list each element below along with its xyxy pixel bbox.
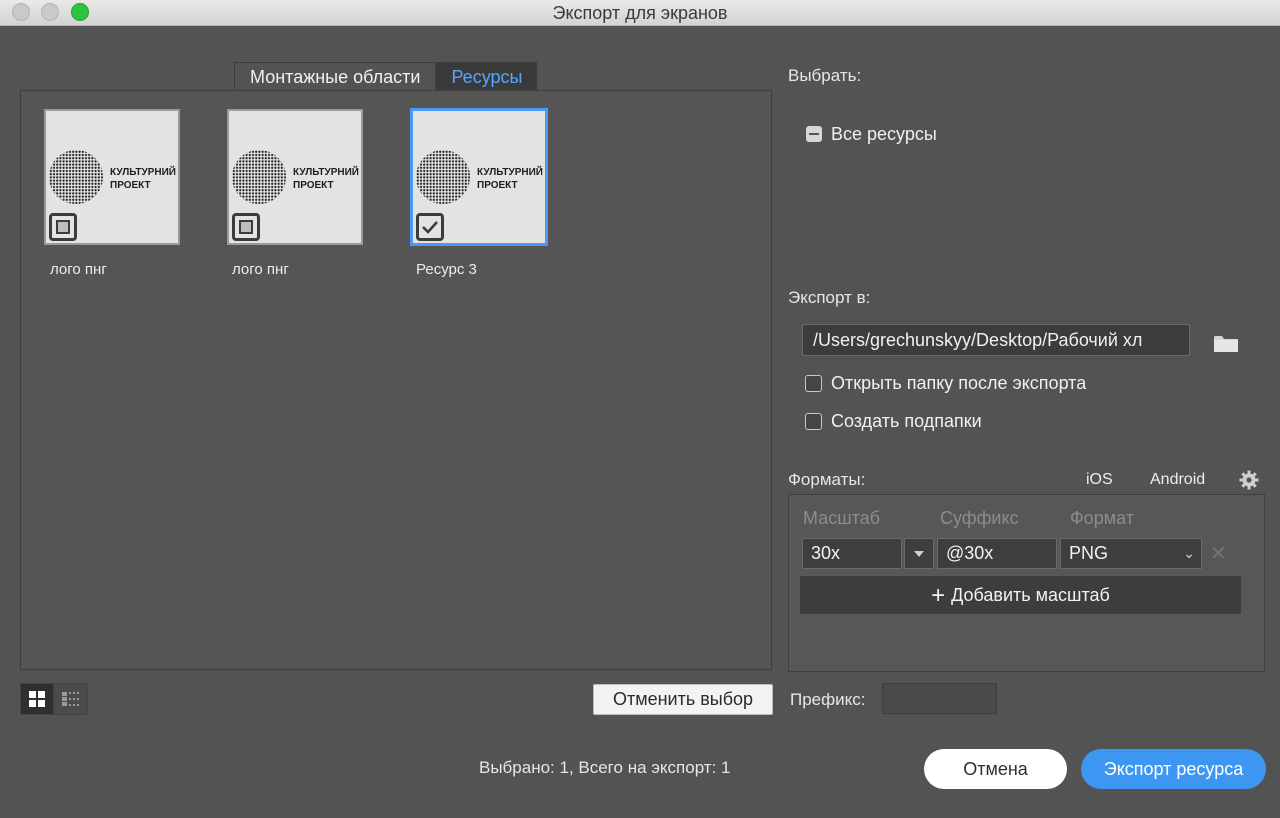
asset-name: лого пнг: [232, 261, 289, 278]
grid-view-button[interactable]: [20, 683, 54, 715]
culture-project-logo: КУЛЬТУРНИЙ ПРОЕКТ: [416, 150, 543, 204]
all-assets-checkbox[interactable]: [806, 126, 822, 142]
window-title: Экспорт для экранов: [552, 3, 728, 23]
all-assets-label: Все ресурсы: [831, 124, 937, 144]
svg-text:КУЛЬТУРНИЙ: КУЛЬТУРНИЙ: [477, 165, 543, 178]
create-subfolders-label: Создать подпапки: [831, 411, 982, 431]
title-bar: Экспорт для экранов: [0, 0, 1280, 26]
asset-name: Ресурс 3: [416, 261, 477, 278]
scale-input[interactable]: 30x: [802, 538, 902, 569]
selection-status: Выбрано: 1, Всего на экспорт: 1: [479, 758, 731, 777]
select-heading: Выбрать:: [788, 66, 862, 85]
open-folder-checkbox[interactable]: [805, 375, 822, 392]
export-path-field[interactable]: /Users/grechunskyy/Desktop/Рабочий хл: [802, 324, 1190, 356]
scale-column-header: Масштаб: [803, 508, 881, 528]
suffix-column-header: Суффикс: [940, 508, 1019, 528]
export-asset-button[interactable]: Экспорт ресурса: [1081, 749, 1266, 789]
asset-checkbox-checked[interactable]: [416, 213, 444, 241]
plus-icon: +: [931, 582, 946, 609]
add-scale-button[interactable]: + Добавить масштаб: [800, 576, 1241, 614]
svg-text:КУЛЬТУРНИЙ: КУЛЬТУРНИЙ: [293, 165, 359, 178]
android-preset-button[interactable]: Android: [1150, 471, 1205, 489]
tab-assets[interactable]: Ресурсы: [436, 62, 538, 90]
culture-project-logo: КУЛЬТУРНИЙ ПРОЕКТ: [232, 150, 359, 204]
chevron-down-icon: ⌄: [1183, 545, 1195, 561]
ios-preset-button[interactable]: iOS: [1086, 471, 1113, 489]
svg-text:КУЛЬТУРНИЙ: КУЛЬТУРНИЙ: [110, 165, 176, 178]
format-select[interactable]: PNG ⌄: [1060, 538, 1202, 569]
assets-panel: КУЛЬТУРНИЙ ПРОЕКТ лого пнг КУЛЬТУРНИЙ ПР…: [20, 90, 772, 670]
svg-text:ПРОЕКТ: ПРОЕКТ: [477, 180, 518, 191]
culture-project-logo: КУЛЬТУРНИЙ ПРОЕКТ: [49, 150, 176, 204]
deselect-button[interactable]: Отменить выбор: [593, 684, 773, 715]
cancel-button[interactable]: Отмена: [924, 749, 1067, 789]
checkmark-icon: [422, 221, 438, 234]
svg-text:ПРОЕКТ: ПРОЕКТ: [110, 180, 151, 191]
asset-checkbox[interactable]: [232, 213, 260, 241]
list-view-icon: [62, 692, 79, 706]
tab-artboards[interactable]: Монтажные области: [234, 62, 437, 90]
asset-checkbox[interactable]: [49, 213, 77, 241]
remove-scale-icon[interactable]: ✕: [1210, 541, 1227, 566]
grid-view-icon: [29, 691, 45, 707]
suffix-input[interactable]: @30x: [937, 538, 1057, 569]
list-view-button[interactable]: [54, 683, 88, 715]
export-to-heading: Экспорт в:: [788, 288, 871, 307]
scale-dropdown-button[interactable]: [904, 538, 934, 569]
prefix-label: Префикс:: [790, 690, 866, 709]
svg-text:ПРОЕКТ: ПРОЕКТ: [293, 180, 334, 191]
formats-panel: Масштаб Суффикс Формат 30x @30x PNG ⌄ ✕ …: [788, 494, 1265, 672]
asset-thumbnail-selected[interactable]: КУЛЬТУРНИЙ ПРОЕКТ: [411, 109, 547, 245]
folder-icon[interactable]: [1213, 334, 1239, 353]
format-column-header: Формат: [1070, 508, 1134, 528]
formats-heading: Форматы:: [788, 470, 866, 489]
tab-bar: Монтажные области Ресурсы: [234, 62, 538, 90]
prefix-input[interactable]: [882, 683, 997, 714]
gear-icon[interactable]: [1239, 470, 1259, 490]
asset-thumbnail[interactable]: КУЛЬТУРНИЙ ПРОЕКТ: [227, 109, 363, 245]
open-folder-label: Открыть папку после экспорта: [831, 373, 1087, 393]
add-scale-label: Добавить масштаб: [951, 585, 1110, 605]
view-mode-switch: [20, 683, 88, 715]
format-value: PNG: [1069, 543, 1109, 563]
create-subfolders-checkbox[interactable]: [805, 413, 822, 430]
asset-name: лого пнг: [50, 261, 107, 278]
asset-thumbnail[interactable]: КУЛЬТУРНИЙ ПРОЕКТ: [44, 109, 180, 245]
